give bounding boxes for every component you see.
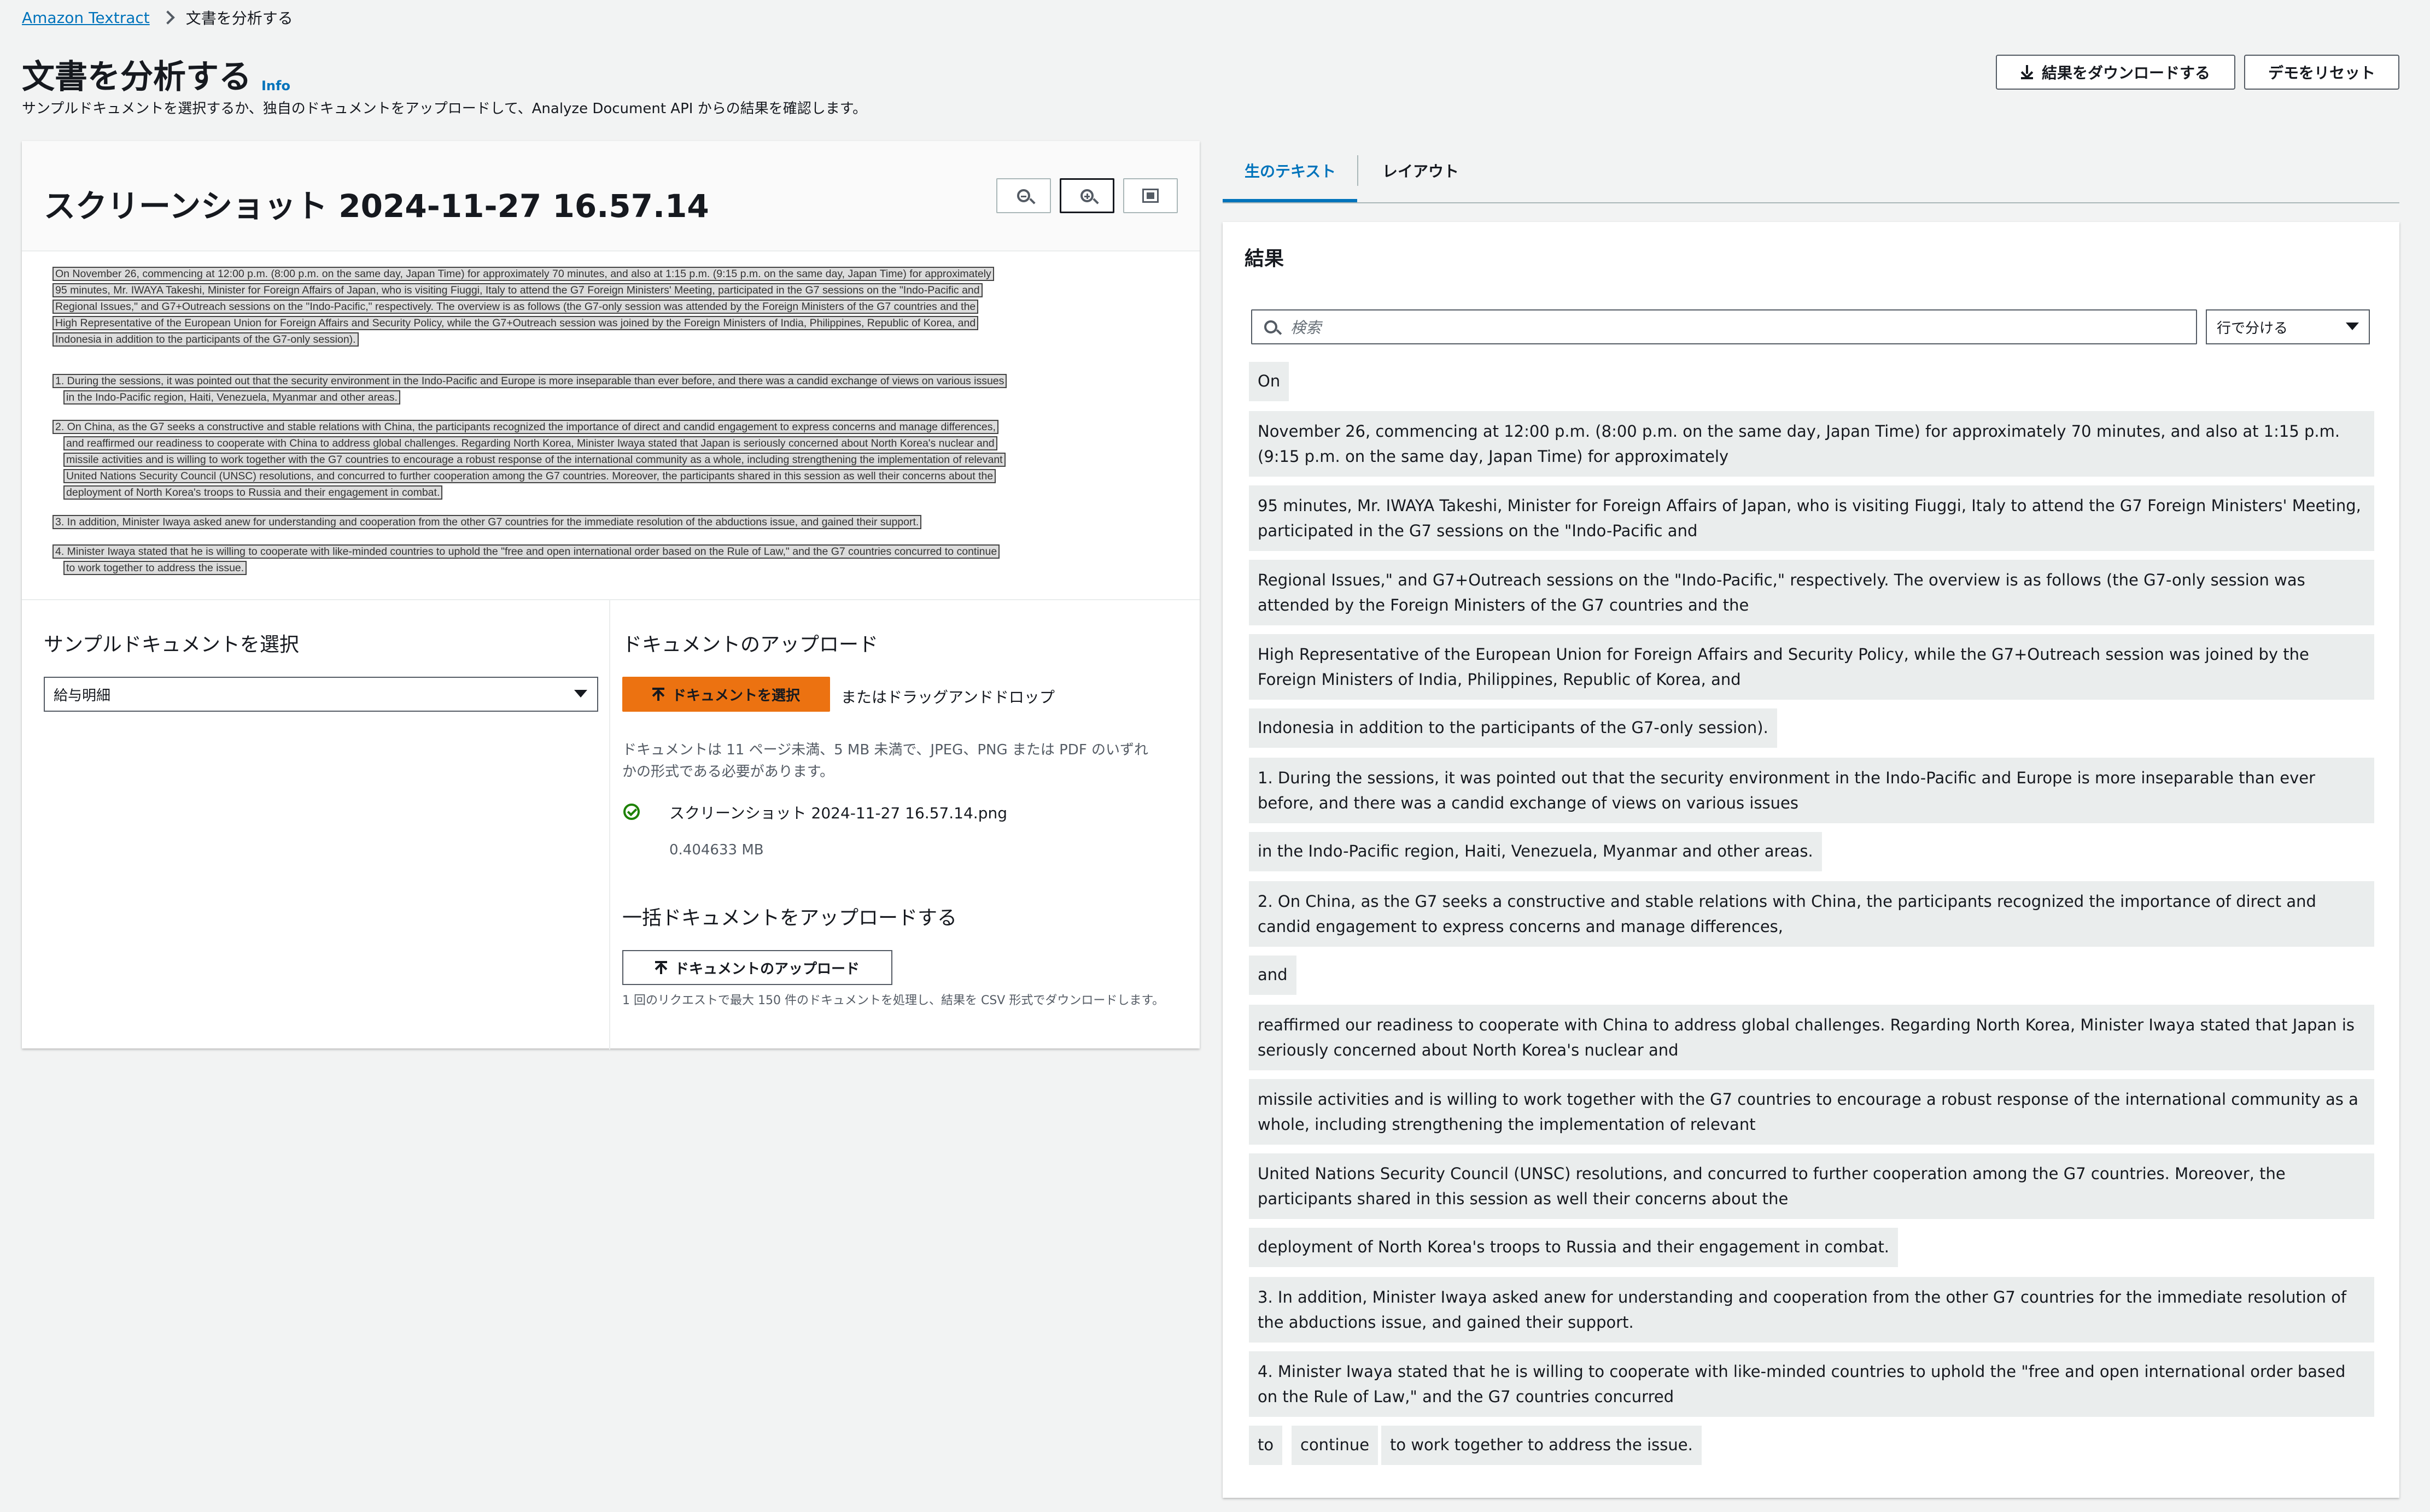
preview-line: and reaffirmed our readiness to cooperat… [63, 436, 1001, 450]
result-chip[interactable]: reaffirmed our readiness to cooperate wi… [1249, 1005, 2374, 1070]
tab-raw-text[interactable]: 生のテキスト [1245, 160, 1336, 181]
uploaded-file-size: 0.404633 MB [669, 842, 764, 858]
page-title: 文書を分析する [22, 58, 252, 96]
info-link[interactable]: Info [261, 78, 290, 93]
result-chip[interactable]: to work together to address the issue. [1381, 1426, 1702, 1465]
preview-line: Regional Issues," and G7+Outreach sessio… [52, 300, 982, 314]
preview-line: to work together to address the issue. [63, 561, 250, 575]
preview-line: High Representative of the European Unio… [52, 316, 982, 330]
document-title: スクリーンショット 2024-11-27 16.57.14 [44, 187, 709, 225]
preview-line: deployment of North Korea's troops to Ru… [63, 485, 446, 500]
document-panel: スクリーンショット 2024-11-27 16.57.14 On Novembe… [22, 141, 1200, 1050]
document-preview: On November 26, commencing at 12:00 p.m.… [31, 255, 1191, 583]
preview-line: 95 minutes, Mr. IWAYA Takeshi, Minister … [52, 283, 986, 297]
result-chip[interactable]: 3. In addition, Minister Iwaya asked ane… [1249, 1277, 2374, 1343]
preview-line: 1. During the sessions, it was pointed o… [52, 374, 1010, 388]
result-chip[interactable]: 4. Minister Iwaya stated that he is will… [1249, 1351, 2374, 1417]
result-chip[interactable]: and [1249, 956, 1296, 995]
reset-demo-button[interactable]: デモをリセット [2244, 55, 2399, 90]
sample-document-label: サンプルドキュメントを選択 [44, 634, 299, 656]
reset-demo-label: デモをリセット [2268, 64, 2375, 82]
fit-page-icon [1142, 189, 1159, 203]
page-description: サンプルドキュメントを選択するか、独自のドキュメントをアップロードして、Anal… [22, 101, 867, 117]
result-chip[interactable]: missile activities and is willing to wor… [1249, 1079, 2374, 1145]
preview-line: United Nations Security Council (UNSC) r… [63, 469, 999, 483]
preview-line: in the Indo-Pacific region, Haiti, Venez… [63, 390, 404, 405]
sample-document-select[interactable]: 給与明細 [44, 677, 598, 712]
result-chip[interactable]: High Representative of the European Unio… [1249, 634, 2374, 700]
bulk-upload-button[interactable]: ドキュメントのアップロード [622, 950, 892, 985]
result-chip[interactable]: Regional Issues," and G7+Outreach sessio… [1249, 560, 2374, 625]
fit-page-button[interactable] [1123, 178, 1178, 213]
bulk-upload-label: 一括ドキュメントをアップロードする [622, 907, 957, 929]
bulk-upload-hint: 1 回のリクエストで最大 150 件のドキュメントを処理し、結果を CSV 形式… [622, 994, 1165, 1007]
upload-constraints-line2: かの形式である必要があります。 [622, 764, 834, 780]
download-icon [2020, 65, 2033, 79]
upload-document-label: ドキュメントのアップロード [622, 634, 879, 656]
choose-document-label: ドキュメントを選択 [671, 687, 800, 704]
result-chip[interactable]: to [1249, 1426, 1283, 1465]
breadcrumb-root-link[interactable]: Amazon Textract [22, 9, 150, 27]
preview-line: On November 26, commencing at 12:00 p.m.… [52, 267, 997, 281]
upload-constraints-line1: ドキュメントは 11 ページ未満、5 MB 未満で、JPEG、PNG または P… [622, 742, 1149, 758]
search-placeholder: 検索 [1290, 319, 1322, 337]
upload-icon [652, 688, 664, 701]
result-chip[interactable]: November 26, commencing at 12:00 p.m. (8… [1249, 411, 2374, 477]
search-icon [1264, 320, 1277, 333]
breadcrumb-current: 文書を分析する [185, 9, 293, 27]
choose-document-button[interactable]: ドキュメントを選択 [622, 677, 830, 712]
download-results-button[interactable]: 結果をダウンロードする [1996, 55, 2235, 90]
result-chip[interactable]: continue [1292, 1426, 1378, 1465]
active-tab-indicator [1223, 199, 1357, 202]
split-mode-value: 行で分ける [2217, 320, 2288, 337]
preview-line: 4. Minister Iwaya stated that he is will… [52, 544, 1003, 559]
uploaded-file-name: スクリーンショット 2024-11-27 16.57.14.png [669, 804, 1008, 822]
result-chip[interactable]: deployment of North Korea's troops to Ru… [1249, 1228, 1899, 1267]
tab-divider [1357, 155, 1358, 186]
zoom-in-icon [1080, 189, 1094, 202]
success-check-icon [623, 804, 640, 820]
result-chip[interactable]: 2. On China, as the G7 seeks a construct… [1249, 881, 2374, 947]
preview-line: Indonesia in addition to the participant… [52, 332, 362, 347]
zoom-out-button[interactable] [996, 178, 1051, 213]
bulk-upload-button-label: ドキュメントのアップロード [674, 960, 860, 977]
caret-down-icon [2346, 323, 2359, 330]
results-title: 結果 [1245, 248, 1284, 270]
download-results-label: 結果をダウンロードする [2041, 64, 2210, 82]
split-mode-select[interactable]: 行で分ける [2206, 309, 2370, 344]
preview-line: missile activities and is willing to wor… [63, 453, 1009, 467]
preview-line: 3. In addition, Minister Iwaya asked ane… [52, 515, 925, 529]
document-source-section: サンプルドキュメントを選択 給与明細 ドキュメントのアップロード ドキュメントを… [22, 599, 1200, 1050]
result-chip[interactable]: United Nations Security Council (UNSC) r… [1249, 1153, 2374, 1219]
result-tabs: 生のテキスト レイアウト [1223, 143, 2399, 203]
zoom-in-button[interactable] [1060, 178, 1114, 213]
result-chip[interactable]: On [1249, 362, 1289, 401]
breadcrumb: Amazon Textract 文書を分析する [22, 7, 293, 28]
search-input[interactable]: 検索 [1251, 309, 2197, 344]
chevron-right-icon [161, 10, 175, 25]
document-toolbar: スクリーンショット 2024-11-27 16.57.14 [22, 141, 1200, 251]
result-chip[interactable]: Indonesia in addition to the participant… [1249, 708, 1777, 748]
result-chip[interactable]: 1. During the sessions, it was pointed o… [1249, 758, 2374, 823]
zoom-out-icon [1017, 189, 1030, 202]
tab-layout[interactable]: レイアウト [1382, 160, 1459, 181]
result-chip[interactable]: 95 minutes, Mr. IWAYA Takeshi, Minister … [1249, 485, 2374, 551]
preview-line: 2. On China, as the G7 seeks a construct… [52, 420, 1002, 434]
section-divider [609, 600, 610, 1050]
sample-document-value: 給与明細 [54, 687, 111, 704]
results-panel: 結果 検索 行で分ける On November 26, commencing a… [1223, 222, 2399, 1498]
page-header: 文書を分析する Info [22, 50, 290, 98]
upload-icon [655, 961, 667, 974]
caret-down-icon [574, 690, 587, 698]
drag-drop-hint: またはドラッグアンドドロップ [841, 688, 1055, 706]
result-chip[interactable]: in the Indo-Pacific region, Haiti, Venez… [1249, 832, 1822, 871]
